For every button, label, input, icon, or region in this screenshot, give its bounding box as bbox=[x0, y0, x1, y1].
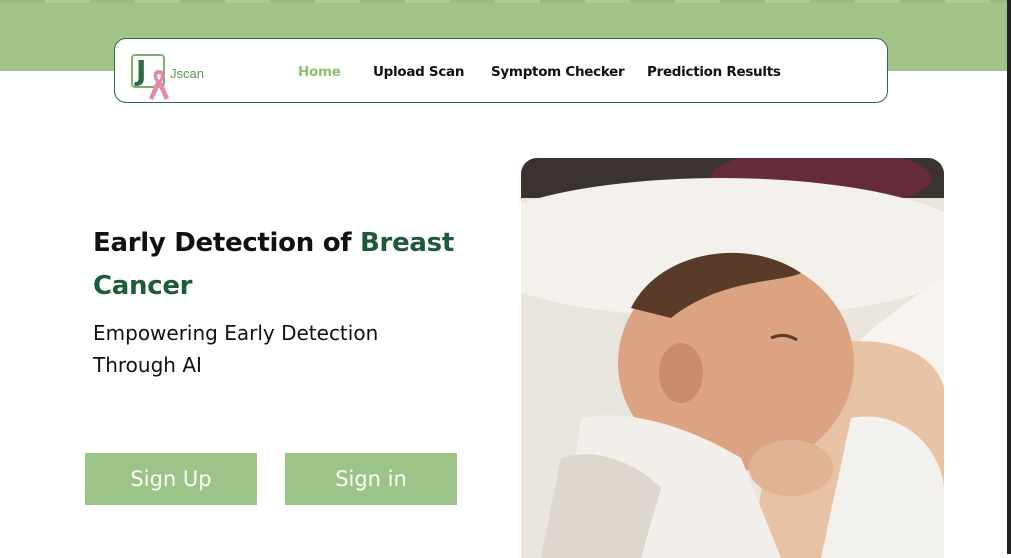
nav-home[interactable]: Home bbox=[298, 64, 341, 80]
navbar: J Jscan Home Upload Scan Symptom Checker… bbox=[114, 38, 888, 103]
window-edge bbox=[1007, 0, 1011, 554]
logo[interactable]: J bbox=[131, 54, 169, 100]
pink-ribbon-icon bbox=[148, 68, 170, 107]
hero-title-part1: Early Detection of bbox=[93, 228, 361, 258]
sign-in-button[interactable]: Sign in bbox=[285, 453, 457, 505]
sign-up-button[interactable]: Sign Up bbox=[85, 453, 257, 505]
hero-subtitle: Empowering Early Detection Through AI bbox=[93, 321, 379, 377]
nav-prediction-results[interactable]: Prediction Results bbox=[647, 64, 781, 80]
window-strip bbox=[0, 0, 1011, 3]
logo-letter: J bbox=[136, 54, 147, 87]
nav-upload-scan[interactable]: Upload Scan bbox=[373, 64, 464, 80]
nav-symptom-checker[interactable]: Symptom Checker bbox=[491, 64, 625, 80]
brand-name[interactable]: Jscan bbox=[170, 66, 204, 81]
hero-title: Early Detection of Breast Cancer bbox=[93, 222, 493, 308]
hero-photo bbox=[521, 158, 944, 558]
hero-image bbox=[521, 158, 944, 558]
